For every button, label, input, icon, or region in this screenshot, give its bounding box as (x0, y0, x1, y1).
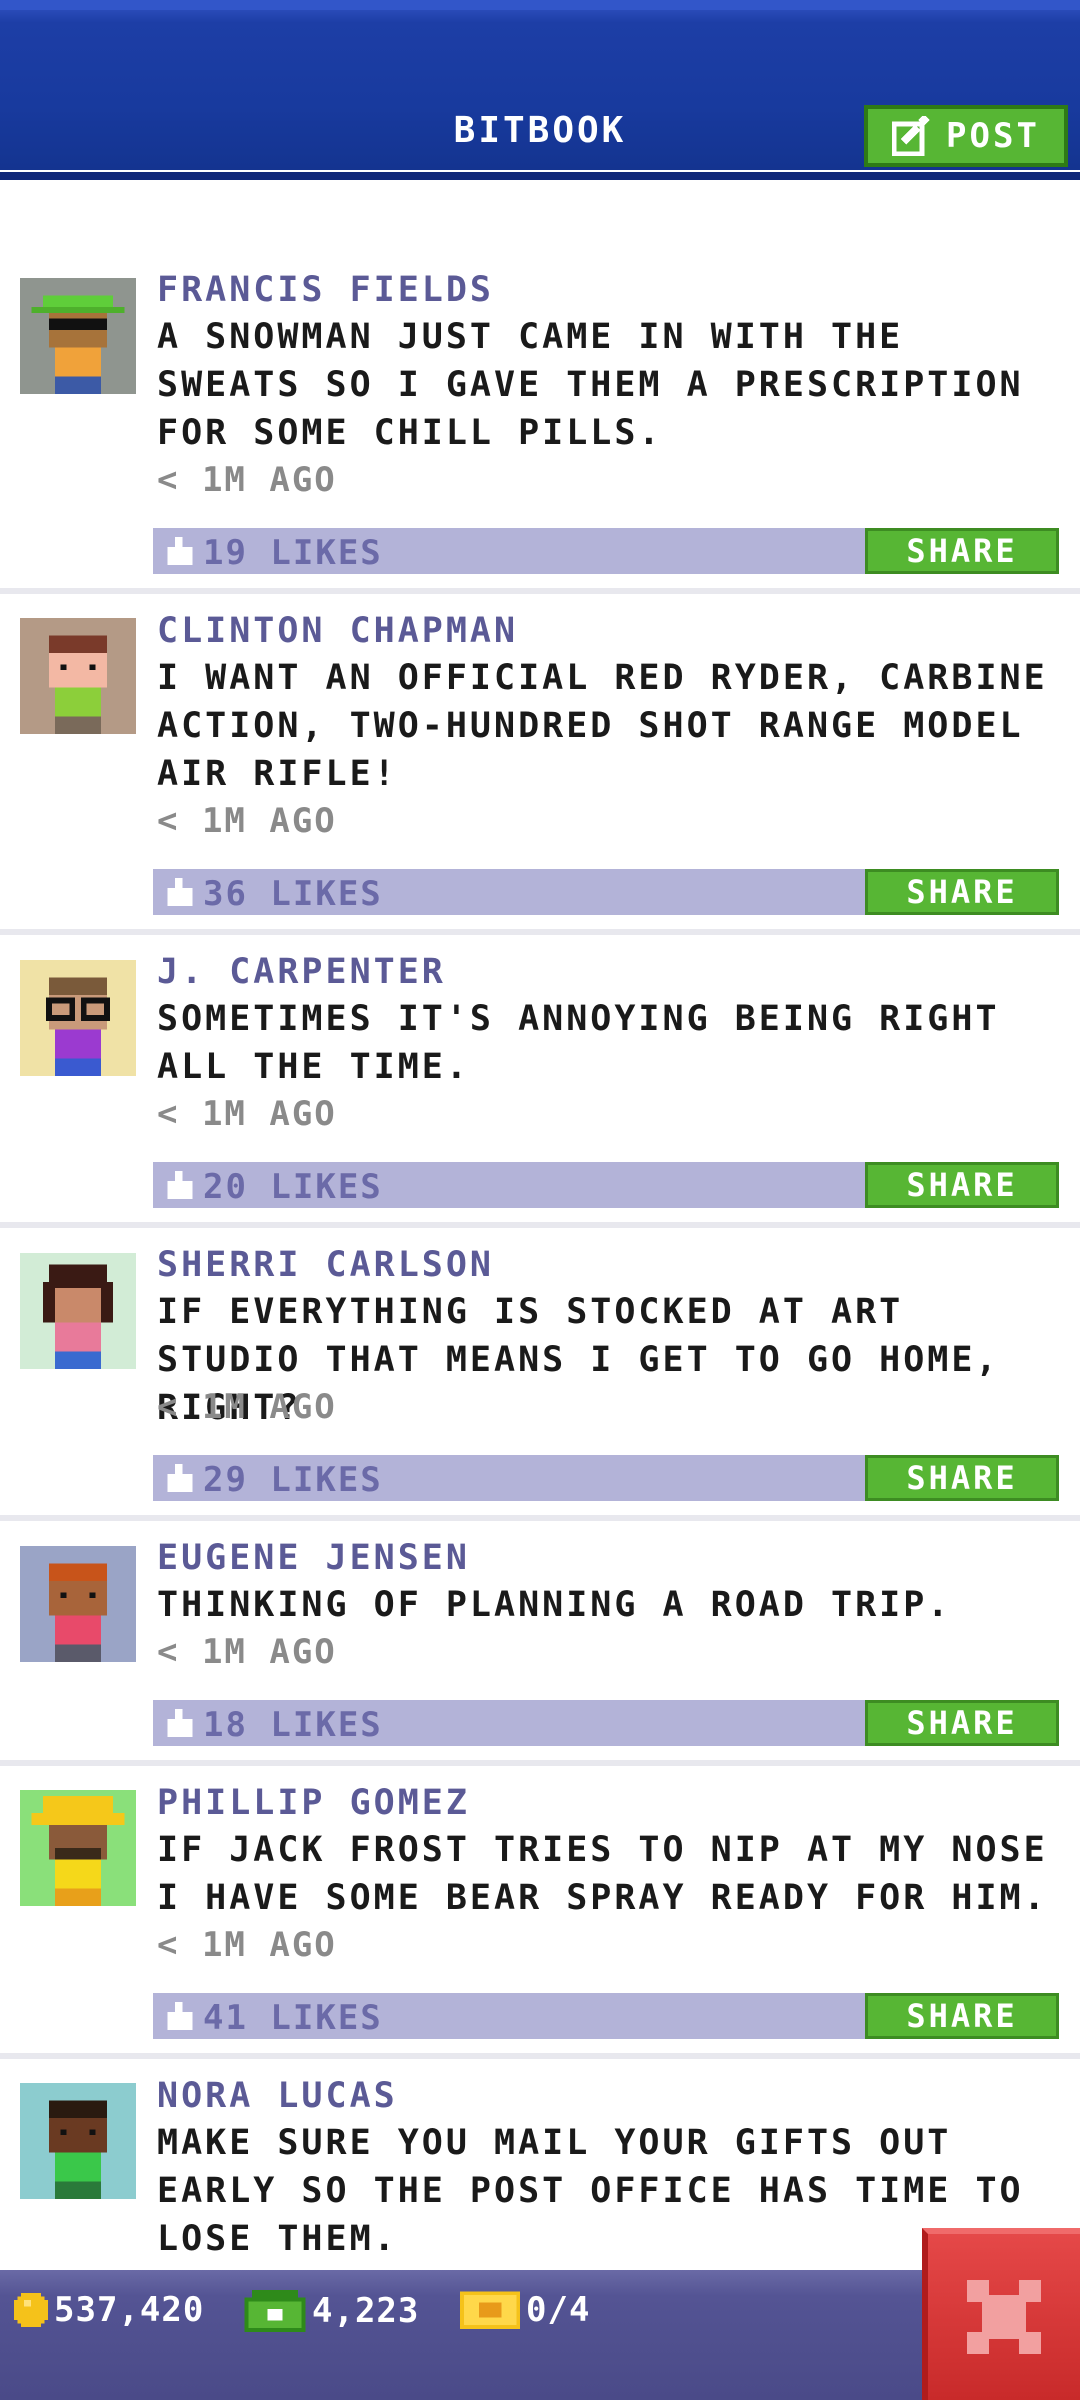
post-divider (0, 2053, 1080, 2059)
post-time: < 1M AGO (157, 801, 337, 841)
likes-bar: 36 LIKES SHARE (153, 869, 1059, 915)
post-message: I WANT AN OFFICIAL RED RYDER, CARBINE AC… (157, 658, 1048, 794)
post-author[interactable]: SHERRI CARLSON (157, 1245, 494, 1285)
post-author[interactable]: EUGENE JENSEN (157, 1538, 470, 1578)
share-button[interactable]: SHARE (865, 869, 1059, 915)
post-author[interactable]: PHILLIP GOMEZ (157, 1783, 470, 1823)
bux-icon (244, 2290, 306, 2332)
thumbs-up-icon[interactable] (167, 1464, 193, 1492)
post-divider (0, 1515, 1080, 1521)
likes-bar: 19 LIKES SHARE (153, 528, 1059, 574)
post-button[interactable]: POST (864, 105, 1068, 167)
post-divider (0, 1222, 1080, 1228)
edit-icon (892, 116, 930, 156)
post-divider (0, 588, 1080, 594)
share-button[interactable]: SHARE (865, 1455, 1059, 1501)
bux-stat: 4,223 (244, 2290, 419, 2332)
avatar[interactable] (20, 1546, 136, 1662)
post-time: < 1M AGO (157, 1632, 337, 1672)
post-button-label: POST (946, 116, 1040, 156)
likes-bar: 20 LIKES SHARE (153, 1162, 1059, 1208)
status-bar: 537,420 4,223 0/4 (0, 2270, 1080, 2400)
thumbs-up-icon[interactable] (167, 1171, 193, 1199)
thumbs-up-icon[interactable] (167, 2002, 193, 2030)
share-button[interactable]: SHARE (865, 1993, 1059, 2039)
coin-icon (14, 2293, 48, 2327)
post-time: < 1M AGO (157, 1094, 337, 1134)
bux-value: 4,223 (312, 2291, 420, 2331)
post-author[interactable]: NORA LUCAS (157, 2076, 398, 2116)
post-message: THINKING OF PLANNING A ROAD TRIP. (157, 1585, 952, 1625)
coins-value: 537,420 (54, 2290, 205, 2330)
likes-bar: 18 LIKES SHARE (153, 1700, 1059, 1746)
app-header: BITBOOK POST (0, 0, 1080, 180)
post-author[interactable]: CLINTON CHAPMAN (157, 611, 518, 651)
avatar[interactable] (20, 278, 136, 394)
close-button[interactable] (922, 2228, 1080, 2400)
ticket-icon (460, 2291, 520, 2329)
post-author[interactable]: FRANCIS FIELDS (157, 270, 494, 310)
post-divider (0, 1760, 1080, 1766)
likes-bar: 29 LIKES SHARE (153, 1455, 1059, 1501)
post-message: IF JACK FROST TRIES TO NIP AT MY NOSE I … (157, 1830, 1048, 1918)
thumbs-up-icon[interactable] (167, 1709, 193, 1737)
likes-bar: 41 LIKES SHARE (153, 1993, 1059, 2039)
share-button[interactable]: SHARE (865, 1700, 1059, 1746)
post-author[interactable]: J. CARPENTER (157, 952, 446, 992)
share-button[interactable]: SHARE (865, 1162, 1059, 1208)
tickets-stat: 0/4 (460, 2290, 590, 2330)
close-icon (967, 2280, 1041, 2354)
avatar[interactable] (20, 1790, 136, 1906)
avatar[interactable] (20, 960, 136, 1076)
thumbs-up-icon[interactable] (167, 537, 193, 565)
thumbs-up-icon[interactable] (167, 878, 193, 906)
post-message: A SNOWMAN JUST CAME IN WITH THE SWEATS S… (157, 317, 1024, 453)
likes-count: 18 LIKES (203, 1705, 383, 1745)
post-time: < 1M AGO (157, 1925, 337, 1965)
share-button[interactable]: SHARE (865, 528, 1059, 574)
coins-stat: 537,420 (14, 2290, 204, 2330)
avatar[interactable] (20, 1253, 136, 1369)
post-message: SOMETIMES IT'S ANNOYING BEING RIGHT ALL … (157, 999, 1000, 1087)
likes-count: 20 LIKES (203, 1167, 383, 1207)
likes-count: 19 LIKES (203, 533, 383, 573)
post-divider (0, 929, 1080, 935)
likes-count: 41 LIKES (203, 1998, 383, 2038)
feed[interactable]: FRANCIS FIELDS A SNOWMAN JUST CAME IN WI… (0, 170, 1080, 2270)
avatar[interactable] (20, 618, 136, 734)
likes-count: 29 LIKES (203, 1460, 383, 1500)
likes-count: 36 LIKES (203, 874, 383, 914)
avatar[interactable] (20, 2083, 136, 2199)
post-time: < 1M AGO (157, 1387, 337, 1427)
tickets-value: 0/4 (526, 2290, 591, 2330)
post-time: < 1M AGO (157, 460, 337, 500)
